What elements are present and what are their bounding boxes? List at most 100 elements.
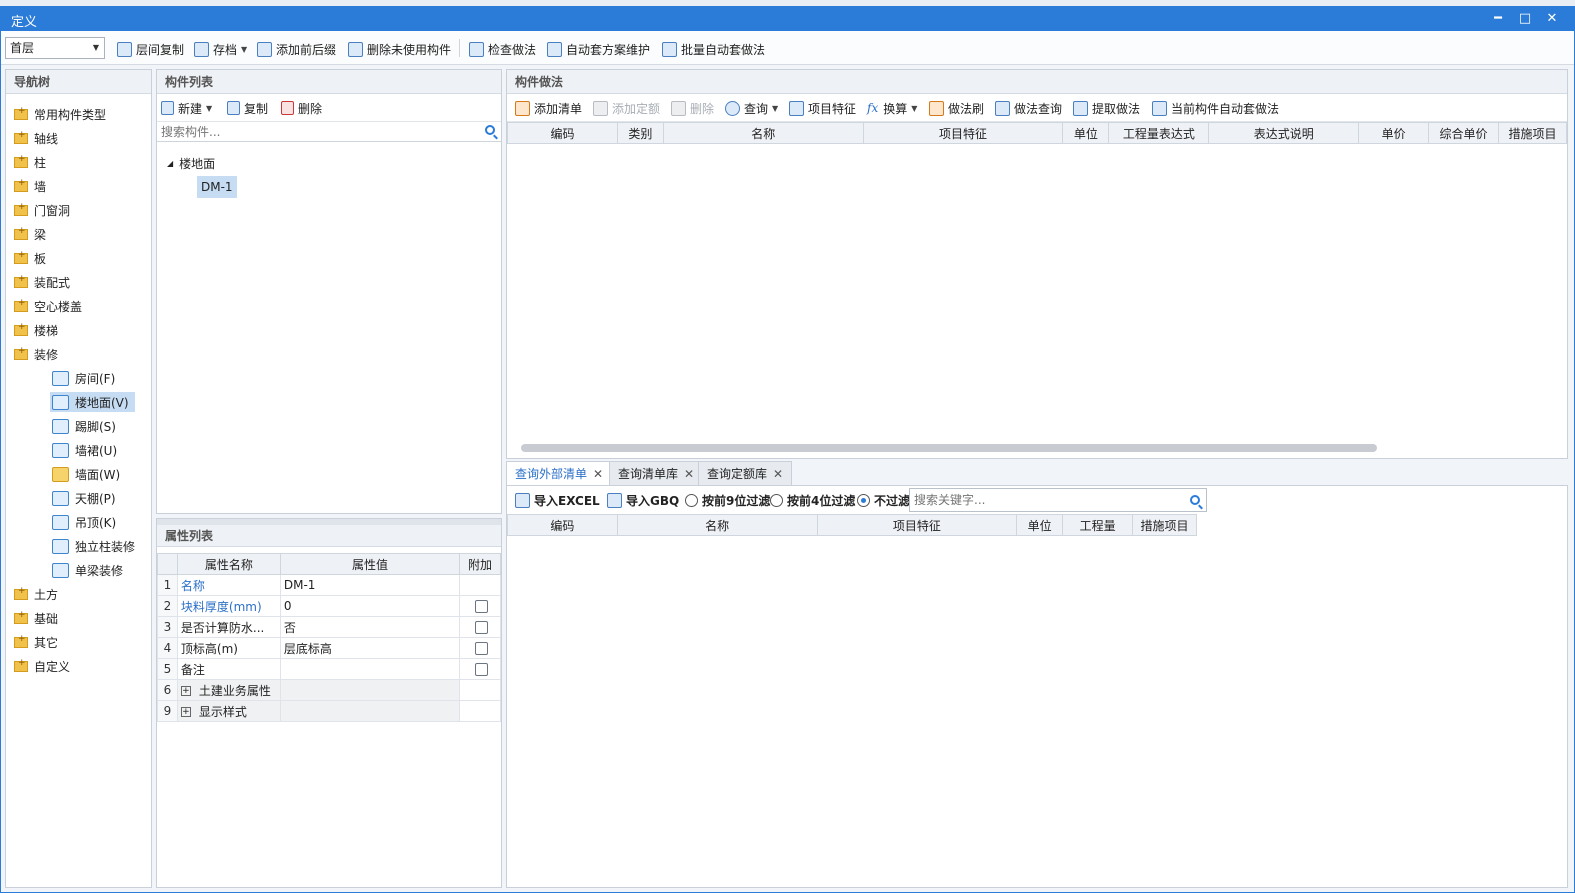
table-row[interactable]: 1 名称 DM-1 — [157, 574, 501, 596]
extra-checkbox[interactable] — [475, 663, 489, 676]
col-total-price: 综合单价 — [1428, 122, 1500, 144]
gbq-icon — [607, 492, 622, 508]
nav-sub-room[interactable]: 房间(F) — [50, 368, 121, 388]
tab-quota-library[interactable]: 查询定额库 ✕ — [698, 461, 793, 485]
auto-method-current-button[interactable]: 当前构件自动套做法 — [1152, 99, 1279, 117]
batch-auto-method-button[interactable]: 批量自动套做法 — [662, 40, 765, 58]
nav-item-common[interactable]: 常用构件类型 — [14, 104, 106, 124]
import-excel-button[interactable]: 导入EXCEL — [515, 491, 600, 509]
copy-between-floors-button[interactable]: 层间复制 — [117, 40, 184, 58]
check-method-button[interactable]: 检查做法 — [469, 40, 536, 58]
extra-checkbox[interactable] — [475, 600, 489, 613]
tab-list-library[interactable]: 查询清单库 ✕ — [609, 461, 704, 485]
table-row[interactable]: 9 + 显示样式 — [157, 700, 501, 722]
nav-sub-floor[interactable]: 楼地面(V) — [50, 392, 135, 412]
extra-checkbox[interactable] — [475, 642, 489, 655]
close-icon[interactable]: ✕ — [684, 467, 694, 481]
save-archive-button[interactable]: 存档 ▼ — [194, 40, 247, 58]
minimize-icon[interactable]: ━ — [1484, 7, 1512, 31]
convert-button[interactable]: fx 换算 ▼ — [867, 99, 917, 117]
nav-sub-suspended-ceiling[interactable]: 吊顶(K) — [50, 512, 122, 532]
nav-item-stairs[interactable]: 楼梯 — [14, 320, 58, 340]
component-item-dm1[interactable]: DM-1 — [197, 176, 237, 198]
prop-value-cell[interactable]: 0 — [279, 595, 461, 617]
nav-item-hollow-floor[interactable]: 空心楼盖 — [14, 296, 82, 316]
nav-sub-wall-surface[interactable]: 墙面(W) — [50, 464, 126, 484]
auto-method-icon — [1152, 100, 1167, 116]
table-row[interactable]: 6 + 土建业务属性 — [157, 679, 501, 701]
table-row[interactable]: 4 顶标高(m) 层底标高 — [157, 637, 501, 659]
method-query-button[interactable]: 做法查询 — [995, 99, 1062, 117]
collapse-triangle-icon[interactable]: ◢ — [167, 159, 173, 168]
filter-9-radio[interactable]: 按前9位过滤 — [685, 491, 770, 509]
delete-method-button[interactable]: 删除 — [671, 99, 714, 117]
method-brush-button[interactable]: 做法刷 — [929, 99, 984, 117]
nav-sub-skirting[interactable]: 踢脚(S) — [50, 416, 122, 436]
nav-tree-title: 导航树 — [6, 70, 151, 94]
component-search-input[interactable] — [157, 122, 501, 141]
nav-item-axis[interactable]: 轴线 — [14, 128, 58, 148]
nav-item-column[interactable]: 柱 — [14, 152, 46, 172]
nav-sub-column-decoration[interactable]: 独立柱装修 — [50, 536, 141, 556]
horizontal-scrollbar[interactable] — [507, 444, 1567, 452]
nav-sub-beam-decoration[interactable]: 单梁装修 — [50, 560, 129, 580]
nav-sub-dado[interactable]: 墙裙(U) — [50, 440, 123, 460]
prop-value-cell[interactable]: 层底标高 — [279, 637, 461, 659]
delete-unused-button[interactable]: 删除未使用构件 — [348, 40, 451, 58]
prop-value-cell[interactable]: 否 — [279, 616, 461, 638]
expand-plus-icon[interactable]: + — [180, 707, 191, 717]
close-icon[interactable]: ✕ — [773, 467, 783, 481]
nav-item-prefab[interactable]: 装配式 — [14, 272, 70, 292]
auto-scheme-maintain-button[interactable]: 自动套方案维护 — [547, 40, 650, 58]
nav-item-beam[interactable]: 梁 — [14, 224, 46, 244]
nav-item-other[interactable]: 其它 — [14, 632, 58, 652]
tab-external-list[interactable]: 查询外部清单 ✕ — [506, 461, 613, 485]
delete-icon — [671, 100, 686, 116]
extra-checkbox[interactable] — [475, 621, 489, 634]
nav-item-foundation[interactable]: 基础 — [14, 608, 58, 628]
nav-item-wall[interactable]: 墙 — [14, 176, 46, 196]
radio-button[interactable] — [685, 493, 698, 507]
table-row[interactable]: 3 是否计算防水... 否 — [157, 616, 501, 638]
close-icon[interactable]: ✕ — [1538, 7, 1566, 31]
extract-method-button[interactable]: 提取做法 — [1073, 99, 1140, 117]
tree-group-floor[interactable]: ◢ 楼地面 — [167, 155, 215, 172]
close-icon[interactable]: ✕ — [593, 467, 603, 481]
floor-select[interactable]: 首层 ▼ — [5, 37, 105, 59]
search-icon[interactable] — [1190, 495, 1200, 505]
prop-group-cell[interactable]: + 显示样式 — [176, 700, 281, 722]
nav-sub-ceiling[interactable]: 天棚(P) — [50, 488, 122, 508]
radio-button-selected[interactable] — [857, 493, 870, 507]
table-row[interactable]: 5 备注 — [157, 658, 501, 680]
radio-button[interactable] — [770, 493, 783, 507]
copy-component-button[interactable]: 复制 — [227, 99, 268, 117]
maximize-icon[interactable]: □ — [1511, 7, 1539, 31]
search-icon[interactable] — [485, 125, 495, 135]
no-filter-radio[interactable]: 不过滤 — [857, 491, 910, 509]
method-toolbar: 添加清单 添加定额 删除 查询 ▼ 项目特征 fx 换算 ▼ 做法刷 做法查询 提取做… — [507, 94, 1567, 122]
query-button[interactable]: 查询 ▼ — [725, 99, 778, 117]
delete-component-button[interactable]: 删除 — [281, 99, 322, 117]
add-quota-button[interactable]: 添加定额 — [593, 99, 660, 117]
nav-item-earthwork[interactable]: 土方 — [14, 584, 58, 604]
nav-item-door-window[interactable]: 门窗洞 — [14, 200, 70, 220]
prop-value-cell[interactable] — [279, 658, 461, 680]
prop-group-cell[interactable]: + 土建业务属性 — [176, 679, 281, 701]
col-category: 类别 — [616, 122, 664, 144]
table-row[interactable]: 2 块料厚度(mm) 0 — [157, 595, 501, 617]
item-feature-button[interactable]: 项目特征 — [789, 99, 856, 117]
nav-item-slab[interactable]: 板 — [14, 248, 46, 268]
import-gbq-button[interactable]: 导入GBQ — [607, 491, 679, 509]
prop-value-cell[interactable]: DM-1 — [279, 574, 461, 596]
scrollbar-thumb[interactable] — [521, 444, 1377, 452]
new-component-button[interactable]: 新建 ▼ — [161, 99, 212, 117]
keyword-search-input[interactable] — [910, 489, 1180, 511]
nav-item-decoration[interactable]: 装修 — [14, 344, 58, 364]
filter-4-radio[interactable]: 按前4位过滤 — [770, 491, 855, 509]
folder-icon — [14, 106, 28, 120]
nav-item-custom[interactable]: 自定义 — [14, 656, 70, 676]
add-list-button[interactable]: 添加清单 — [515, 99, 582, 117]
method-title: 构件做法 — [507, 70, 1567, 94]
add-prefix-suffix-button[interactable]: 添加前后缀 — [257, 40, 336, 58]
expand-plus-icon[interactable]: + — [180, 686, 191, 696]
